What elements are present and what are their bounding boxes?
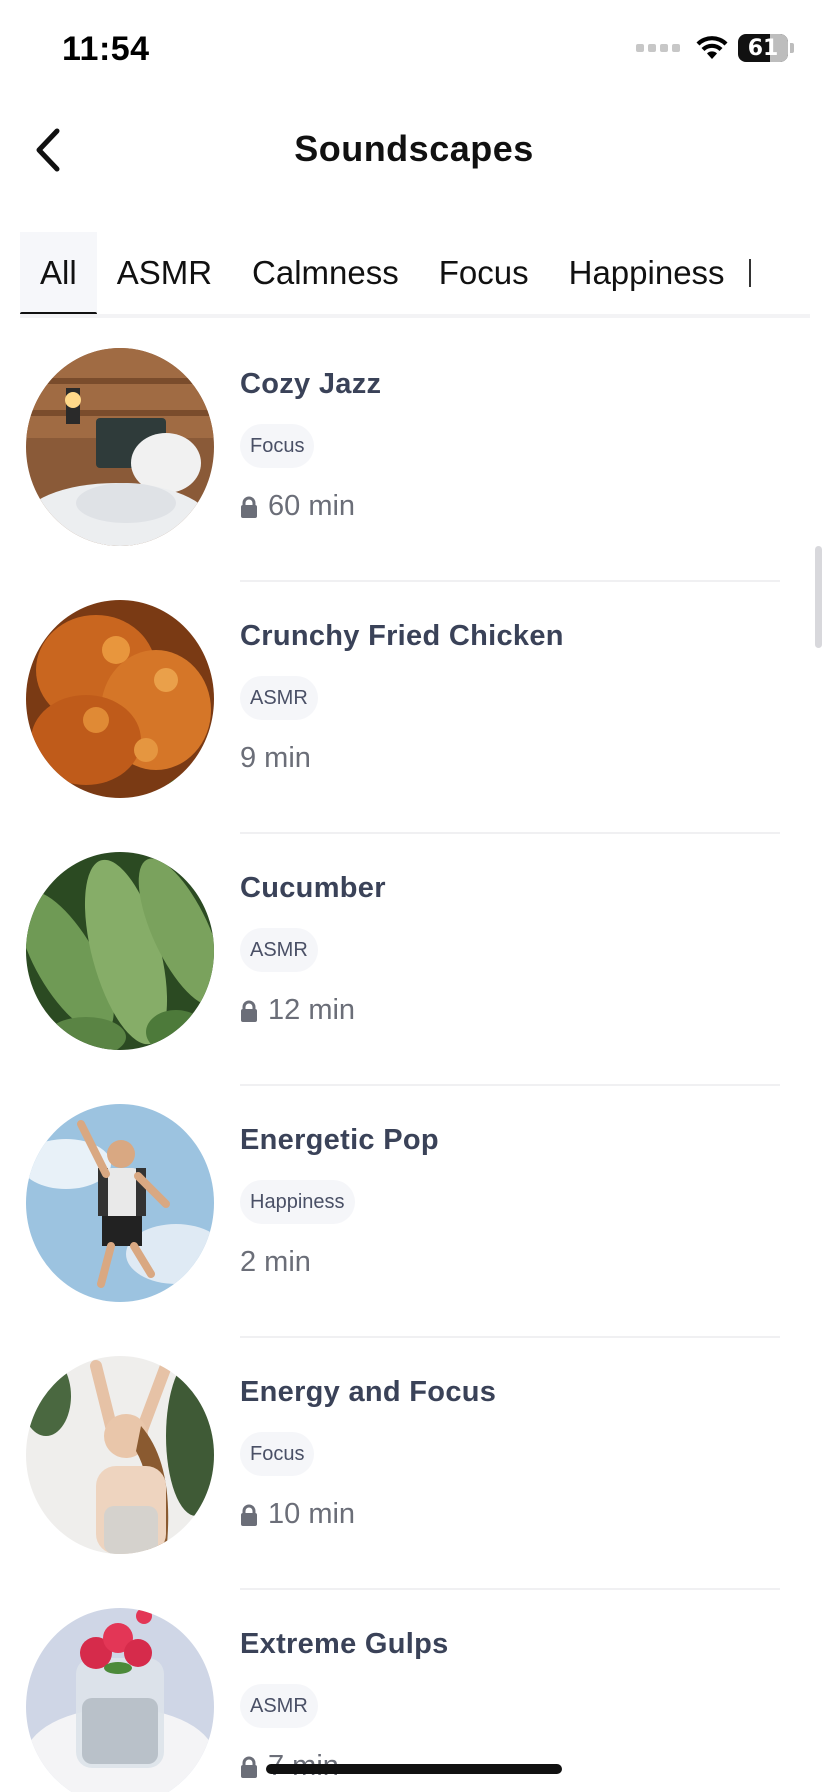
nav-header: Soundscapes: [0, 110, 828, 190]
fried-chicken-photo: [26, 600, 214, 798]
wifi-icon: [696, 36, 728, 59]
duration-text: 60 min: [268, 490, 356, 522]
cellular-signal-icon: [636, 44, 680, 52]
chia-dessert-photo: [26, 1608, 214, 1792]
item-duration: 2 min: [240, 1246, 311, 1279]
list-item[interactable]: Crunchy Fried Chicken ASMR 9 min: [0, 582, 828, 834]
category-badge: Focus: [240, 1432, 315, 1476]
item-title: Cozy Jazz: [240, 368, 382, 400]
item-title: Energy and Focus: [240, 1376, 497, 1408]
duration-text: 2 min: [240, 1246, 311, 1278]
list-item[interactable]: Cozy Jazz Focus 60 min: [0, 330, 828, 582]
status-icons: 61: [636, 34, 794, 62]
tab-focus[interactable]: Focus: [419, 232, 549, 314]
tab-asmr[interactable]: ASMR: [97, 232, 232, 314]
list-item[interactable]: Cucumber ASMR 12 min: [0, 834, 828, 1086]
soundscape-list: Cozy Jazz Focus 60 min Crunchy Fried Chi…: [0, 330, 828, 1792]
category-badge: Focus: [240, 424, 315, 468]
list-item[interactable]: Energy and Focus Focus 10 min: [0, 1338, 828, 1590]
category-badge: ASMR: [240, 1684, 318, 1728]
reading-in-bed-photo: [26, 348, 214, 546]
category-badge: Happiness: [240, 1180, 355, 1224]
duration-text: 12 min: [268, 994, 356, 1026]
item-duration: 60 min: [240, 490, 355, 523]
category-tabs: All ASMR Calmness Focus Happiness: [20, 232, 810, 318]
list-item[interactable]: Extreme Gulps ASMR 7 min: [0, 1590, 828, 1792]
lock-icon: [241, 496, 257, 518]
item-duration: 12 min: [240, 994, 355, 1027]
tab-happiness[interactable]: Happiness: [549, 232, 745, 314]
page-title: Soundscapes: [294, 128, 534, 169]
lock-icon: [241, 1756, 257, 1778]
category-badge: ASMR: [240, 676, 318, 720]
status-time: 11:54: [62, 30, 150, 68]
item-duration: 10 min: [240, 1498, 355, 1531]
battery-level: 61: [747, 35, 779, 61]
item-title: Energetic Pop: [240, 1124, 439, 1156]
home-indicator[interactable]: [266, 1764, 562, 1774]
jumping-man-photo: [26, 1104, 214, 1302]
list-item[interactable]: Energetic Pop Happiness 2 min: [0, 1086, 828, 1338]
item-title: Cucumber: [240, 872, 386, 904]
stretching-woman-photo: [26, 1356, 214, 1554]
lock-icon: [241, 1000, 257, 1022]
lock-icon: [241, 1504, 257, 1526]
item-title: Extreme Gulps: [240, 1628, 449, 1660]
item-title: Crunchy Fried Chicken: [240, 620, 564, 652]
category-badge: ASMR: [240, 928, 318, 972]
scrollbar[interactable]: [815, 546, 822, 648]
battery-icon: 61: [738, 34, 794, 62]
tab-calmness[interactable]: Calmness: [232, 232, 419, 314]
tab-all[interactable]: All: [20, 232, 97, 314]
duration-text: 10 min: [268, 1498, 356, 1530]
cucumbers-photo: [26, 852, 214, 1050]
duration-text: 9 min: [240, 742, 311, 774]
status-bar: 11:54 61: [0, 0, 828, 100]
tab-overflow-indicator: [748, 259, 751, 287]
item-duration: 9 min: [240, 742, 311, 775]
